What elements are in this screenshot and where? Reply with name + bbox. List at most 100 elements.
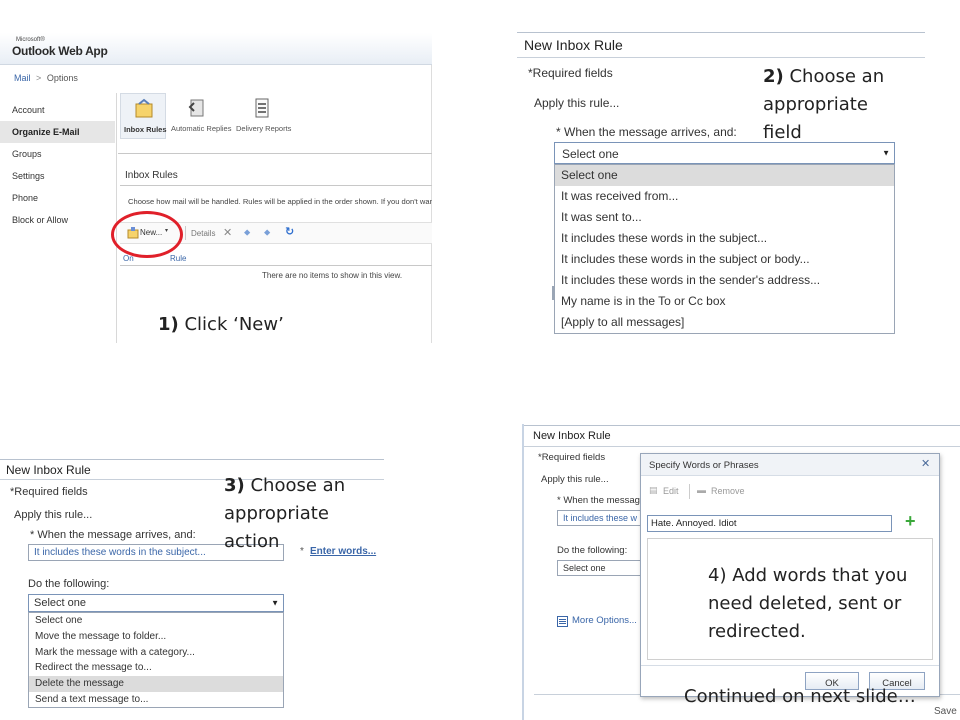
action-option[interactable]: Move the message to folder... [29,629,283,645]
action-option[interactable]: Send a text message to... [29,692,283,708]
action-option[interactable]: Mark the message with a category... [29,645,283,661]
condition-option[interactable]: It includes these words in the subject o… [555,249,894,270]
action-dropdown-value: Select one [34,597,86,609]
panel-2-left-fragment [552,286,554,300]
details-button[interactable]: Details [191,229,215,238]
column-header-rule[interactable]: Rule [170,254,186,263]
delete-icon[interactable]: ✕ [223,226,232,239]
callout-step-3-line-3: action [224,531,280,552]
callout-step-2-line-1: 2) Choose an [763,63,884,91]
action-options-list: Select one Move the message to folder...… [28,612,284,708]
nav-item-block-or-allow[interactable]: Block or Allow [0,209,115,231]
more-options-label: More Options... [572,615,637,626]
tab-automatic-replies[interactable]: Automatic Replies [168,93,232,139]
options-nav: Account Organize E-Mail Groups Settings … [0,99,115,231]
condition-option[interactable]: It includes these words in the sender's … [555,270,894,291]
panel-3-condition-value: It includes these words in the subject..… [34,547,206,558]
panel-4-when-label: * When the messag [557,495,640,506]
callout-step-1: 1) Click ‘New’ [158,311,284,339]
condition-option[interactable]: It was sent to... [555,207,894,228]
panel-4-required-note: *Required fields [538,452,606,463]
panel-2-title: New Inbox Rule [524,37,623,53]
action-option-highlighted[interactable]: Delete the message [29,676,283,692]
move-down-icon[interactable]: ⬥ [264,227,270,238]
edit-button[interactable]: Edit [663,486,679,496]
panel-3-title-rule [0,459,384,460]
nav-divider [116,93,117,343]
move-up-icon[interactable]: ⬥ [244,227,250,238]
nav-item-account[interactable]: Account [0,99,115,121]
condition-option[interactable]: Select one [555,165,894,186]
panel-4-action-field[interactable]: Select one [557,560,642,576]
callout-step-1-text: Click ‘New’ [178,314,284,335]
panel-3-when-label: * When the message arrives, and: [30,529,196,541]
list-icon [557,616,568,627]
condition-option[interactable]: [Apply to all messages] [555,312,894,333]
callout-step-2-line-2: appropriate [763,94,868,115]
action-dropdown[interactable]: Select one ▼ [28,594,284,612]
breadcrumb-separator: > [36,73,42,83]
empty-list-message: There are no items to show in this view. [262,271,403,280]
panel-4-condition-value: It includes these w [563,513,638,523]
action-option[interactable]: Select one [29,613,283,629]
tab-inbox-rules-label: Inbox Rules [124,125,167,134]
toolbar-separator [185,226,186,240]
breadcrumb-options: Options [46,73,78,83]
breadcrumb-mail[interactable]: Mail [14,73,31,83]
panel-4-title-underline [524,446,960,447]
refresh-icon[interactable]: ↻ [285,225,294,238]
dialog-title: Specify Words or Phrases [649,460,759,471]
condition-option[interactable]: It includes these words in the subject..… [555,228,894,249]
words-input-value: Hate. Annoyed. Idiot [651,518,737,529]
tab-automatic-replies-label: Automatic Replies [171,124,232,133]
panel-3-required-note: *Required fields [10,486,88,498]
add-word-icon[interactable]: + [905,511,916,531]
panel-4-save-fragment[interactable]: Save [934,706,957,717]
dialog-toolbar: ▤ Edit ▬ Remove [647,482,933,502]
callout-step-4-line-3: redirected. [708,621,806,642]
panel-2-title-rule [517,32,925,33]
nav-item-phone[interactable]: Phone [0,187,115,209]
nav-item-settings[interactable]: Settings [0,165,115,187]
callout-step-3: 3) Choose an appropriate action [224,472,345,556]
nav-item-organize-email[interactable]: Organize E-Mail [0,121,115,143]
remove-button[interactable]: Remove [711,486,745,496]
section-title: Inbox Rules [125,170,178,181]
callout-step-2-line-3: field [763,122,802,143]
tab-delivery-reports[interactable]: Delivery Reports [234,93,292,139]
inbox-rules-icon [135,98,153,118]
callout-step-3-text: Choose an [244,475,346,496]
chevron-down-icon: ▼ [882,148,890,158]
callout-step-3-line-2: appropriate [224,503,329,524]
panel-3-title: New Inbox Rule [6,463,91,477]
condition-option[interactable]: It was received from... [555,186,894,207]
panel-2-screenshot: New Inbox Rule *Required fields Apply th… [517,30,925,340]
panel-2-title-underline [517,57,925,58]
callout-step-4-line-2: need deleted, sent or [708,593,902,614]
edit-icon: ▤ [649,485,658,495]
panel-2-apply-label: Apply this rule... [534,96,620,110]
panel-4-screenshot: New Inbox Rule *Required fields Apply th… [522,424,960,720]
tab-inbox-rules[interactable]: Inbox Rules [120,93,167,139]
callout-step-2-number: 2) [763,66,784,87]
words-input[interactable]: Hate. Annoyed. Idiot [647,515,892,532]
callout-step-4-number: 4 [708,565,720,586]
owa-brand-logo: Outlook Web App [12,44,108,58]
dialog-toolbar-separator [689,484,690,499]
action-option[interactable]: Redirect the message to... [29,660,283,676]
panel-4-apply-label: Apply this rule... [541,474,609,485]
panel-1-screenshot: Microsoft® Outlook Web App Mail > Option… [0,33,432,343]
panel-4-condition-field[interactable]: It includes these w [557,510,642,526]
panel-2-when-label: * When the message arrives, and: [556,125,737,139]
callout-step-3-line-1: 3) Choose an [224,472,345,500]
panel-4-title: New Inbox Rule [533,430,611,442]
tabs-divider [118,153,432,154]
tab-delivery-reports-label: Delivery Reports [236,124,292,133]
continued-note: Continued on next slide… [684,686,916,707]
callout-step-2-text: Choose an [783,66,885,87]
condition-option[interactable]: My name is in the To or Cc box [555,291,894,312]
close-icon[interactable]: ✕ [921,457,930,470]
nav-item-groups[interactable]: Groups [0,143,115,165]
condition-options-list: Select one It was received from... It wa… [554,164,895,334]
panel-4-title-rule [524,425,960,426]
